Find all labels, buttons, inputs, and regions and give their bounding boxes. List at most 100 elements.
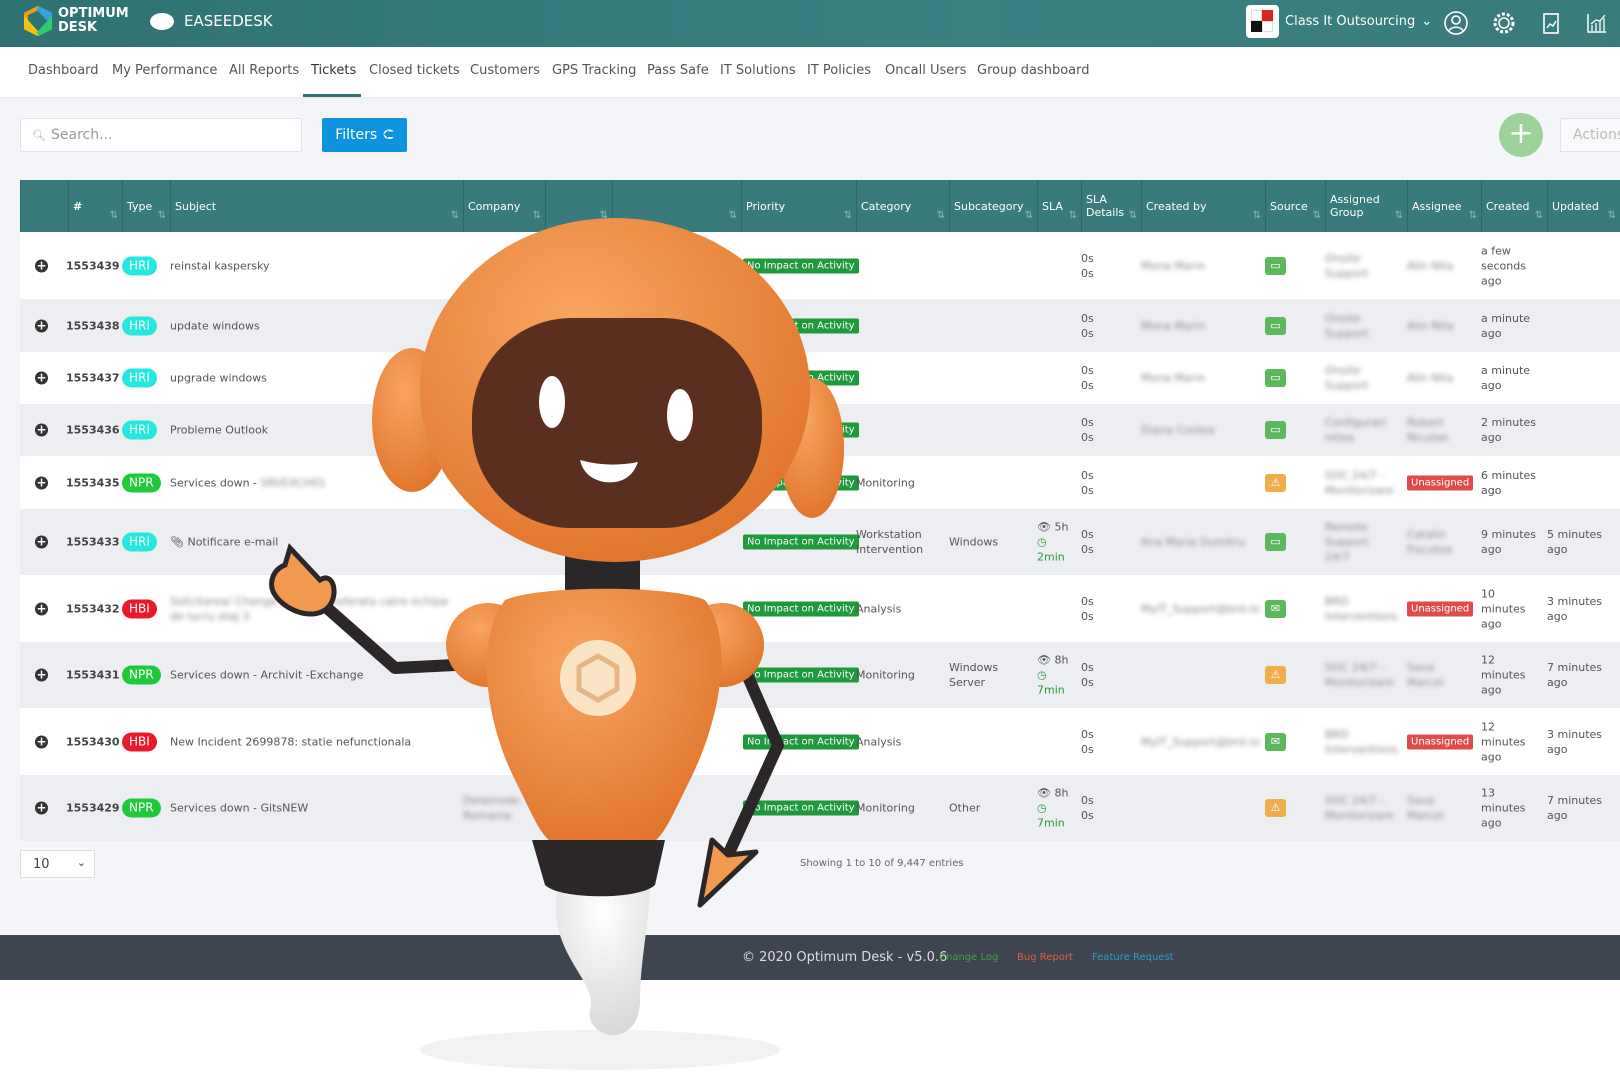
search-placeholder: Search... bbox=[51, 127, 113, 143]
column-header[interactable]: Company ⇅ bbox=[463, 180, 545, 232]
column-header[interactable]: Created by ⇅ bbox=[1141, 180, 1265, 232]
page-size-select[interactable]: 10 ⌄ bbox=[20, 850, 95, 878]
column-header[interactable]: Category ⇅ bbox=[856, 180, 949, 232]
table-row[interactable]: +1553438 HRI update windows No Impact on Ac… bbox=[20, 299, 1620, 352]
sort-icon[interactable]: ⇅ bbox=[1025, 209, 1033, 222]
sla-detail: 0s bbox=[1081, 468, 1094, 482]
sort-icon[interactable]: ⇅ bbox=[1469, 209, 1477, 222]
sort-icon[interactable]: ⇅ bbox=[1253, 209, 1261, 222]
table-row[interactable]: +1553429 NPR Services down - GitsNEW Delamo… bbox=[20, 775, 1620, 841]
column-header[interactable]: ⇅ bbox=[545, 180, 612, 232]
sort-icon[interactable]: ⇅ bbox=[451, 209, 459, 222]
user-circle-icon[interactable] bbox=[1443, 10, 1469, 36]
sla-time: 2min bbox=[1037, 550, 1065, 564]
nav-my-performance[interactable]: My Performance bbox=[112, 63, 217, 78]
footer: © 2020 Optimum Desk - v5.0.6 Change Log … bbox=[0, 935, 1620, 980]
sort-icon[interactable]: ⇅ bbox=[729, 209, 737, 222]
nav-it-policies[interactable]: IT Policies bbox=[807, 63, 871, 78]
sort-icon[interactable]: ⇅ bbox=[844, 209, 852, 222]
sort-icon[interactable]: ⇅ bbox=[1129, 209, 1137, 222]
sort-icon[interactable]: ⇅ bbox=[1069, 209, 1077, 222]
app: OPTIMUM DESK EASEEDESK Class It Outsourci… bbox=[0, 0, 1620, 980]
ticket-subject[interactable]: Services down - SRVEXCH01 bbox=[170, 475, 455, 490]
column-header[interactable]: Assigned Group ⇅ bbox=[1325, 180, 1407, 232]
ticket-subject[interactable]: Probleme Outlook bbox=[170, 423, 455, 438]
column-header[interactable]: Type ⇅ bbox=[122, 180, 170, 232]
sla-time: 7min bbox=[1037, 683, 1065, 697]
sort-icon[interactable]: ⇅ bbox=[533, 209, 541, 222]
feature-request-link[interactable]: Feature Request bbox=[1092, 952, 1174, 963]
expand-row-icon[interactable]: + bbox=[35, 259, 48, 272]
column-header[interactable]: Created ⇅ bbox=[1481, 180, 1547, 232]
ticket-subject[interactable]: reinstal kaspersky bbox=[170, 258, 455, 273]
sort-icon[interactable]: ⇅ bbox=[1608, 209, 1616, 222]
nav-tickets[interactable]: Tickets bbox=[311, 63, 356, 78]
ticket-subject[interactable]: 📎︎ Notificare e-mail bbox=[170, 535, 455, 550]
column-header[interactable]: Assignee ⇅ bbox=[1407, 180, 1481, 232]
actions-button[interactable]: Actions bbox=[1560, 118, 1620, 152]
ticket-subject[interactable]: upgrade windows bbox=[170, 371, 455, 386]
table-row[interactable]: +1553430 HBI New Incident 2699878: statie … bbox=[20, 708, 1620, 775]
optimum-desk-logo[interactable]: OPTIMUM DESK bbox=[24, 6, 129, 36]
sort-icon[interactable]: ⇅ bbox=[1535, 209, 1543, 222]
sort-icon[interactable]: ⇅ bbox=[110, 209, 118, 222]
nav-closed-tickets[interactable]: Closed tickets bbox=[369, 63, 460, 78]
bug-report-link[interactable]: Bug Report bbox=[1017, 952, 1073, 963]
column-header[interactable]: Priority ⇅ bbox=[741, 180, 856, 232]
column-header[interactable]: Source ⇅ bbox=[1265, 180, 1325, 232]
nav-customers[interactable]: Customers bbox=[470, 63, 540, 78]
subject-text: Services down - bbox=[170, 476, 261, 489]
table-row[interactable]: +1553437 HRI upgrade windows No Impact on A… bbox=[20, 352, 1620, 404]
expand-row-icon[interactable]: + bbox=[35, 371, 48, 385]
ticket-id: 1553430 bbox=[66, 735, 120, 748]
ticket-subject[interactable]: Services down - Archivit -Exchange bbox=[170, 668, 455, 683]
expand-row-icon[interactable]: + bbox=[35, 476, 48, 489]
table-row[interactable]: +1553431 NPR Services down - Archivit -Exc… bbox=[20, 642, 1620, 708]
easeedesk-brand[interactable]: EASEEDESK bbox=[150, 12, 273, 30]
column-header[interactable]: Updated ⇅ bbox=[1547, 180, 1620, 232]
column-header[interactable]: ⇅ bbox=[612, 180, 741, 232]
nav-oncall-users[interactable]: Oncall Users bbox=[885, 63, 966, 78]
ticket-subject[interactable]: Solicitarea/ Change a fost transferata c… bbox=[170, 594, 455, 624]
column-header[interactable]: Subject ⇅ bbox=[170, 180, 463, 232]
sort-icon[interactable]: ⇅ bbox=[1313, 209, 1321, 222]
table-row[interactable]: +1553439 HRI reinstal kaspersky No Impact o… bbox=[20, 232, 1620, 299]
nav-gps-tracking[interactable]: GPS Tracking bbox=[552, 63, 636, 78]
clipboard-chart-icon[interactable] bbox=[1538, 10, 1564, 36]
filters-button[interactable]: Filters ⮈ bbox=[322, 118, 407, 152]
sort-icon[interactable]: ⇅ bbox=[158, 209, 166, 222]
nav-all-reports[interactable]: All Reports bbox=[229, 63, 299, 78]
sort-icon[interactable]: ⇅ bbox=[1395, 209, 1403, 222]
bar-chart-icon[interactable] bbox=[1584, 10, 1610, 36]
expand-row-icon[interactable]: + bbox=[35, 423, 48, 437]
table-row[interactable]: +1553433 HRI 📎︎ Notificare e-mail No Impact… bbox=[20, 509, 1620, 575]
expand-row-icon[interactable]: + bbox=[35, 735, 48, 748]
company-selector[interactable]: Class It Outsourcing ⌄ bbox=[1246, 5, 1432, 38]
nav-dashboard[interactable]: Dashboard bbox=[28, 63, 99, 78]
nav-group-dashboard[interactable]: Group dashboard bbox=[977, 63, 1089, 78]
gear-icon[interactable] bbox=[1491, 10, 1517, 36]
table-row[interactable]: +1553436 HRI Probleme Outlook No Impact on … bbox=[20, 404, 1620, 456]
expand-row-icon[interactable]: + bbox=[35, 319, 48, 332]
column-header[interactable]: SLA Details ⇅ bbox=[1081, 180, 1141, 232]
add-ticket-button[interactable]: + bbox=[1499, 113, 1543, 157]
ticket-subject[interactable]: Services down - GitsNEW bbox=[170, 801, 455, 816]
expand-row-icon[interactable]: + bbox=[35, 801, 48, 815]
change-log-link[interactable]: Change Log bbox=[939, 952, 998, 963]
sort-icon[interactable]: ⇅ bbox=[937, 209, 945, 222]
expand-row-icon[interactable]: + bbox=[35, 602, 48, 615]
column-header[interactable]: # ⇅ bbox=[68, 180, 122, 232]
ticket-subject[interactable]: update windows bbox=[170, 318, 455, 333]
expand-row-icon[interactable]: + bbox=[35, 668, 48, 682]
expand-row-icon[interactable]: + bbox=[35, 535, 48, 549]
nav-it-solutions[interactable]: IT Solutions bbox=[720, 63, 796, 78]
column-header[interactable]: SLA ⇅ bbox=[1037, 180, 1081, 232]
table-row[interactable]: +1553432 HBI Solicitarea/ Change a fost tr… bbox=[20, 575, 1620, 642]
column-header[interactable]: Subcategory ⇅ bbox=[949, 180, 1037, 232]
table-row[interactable]: +1553435 NPR Services down - SRVEXCH01 No I… bbox=[20, 456, 1620, 509]
ticket-subject[interactable]: New Incident 2699878: statie nefunctiona… bbox=[170, 734, 455, 749]
sort-icon[interactable]: ⇅ bbox=[600, 209, 608, 222]
sla-info: 👁︎ 5h ◷ 2min bbox=[1037, 520, 1068, 565]
search-input[interactable]: 🔍︎ Search... bbox=[20, 118, 302, 152]
nav-pass-safe[interactable]: Pass Safe bbox=[647, 63, 709, 78]
